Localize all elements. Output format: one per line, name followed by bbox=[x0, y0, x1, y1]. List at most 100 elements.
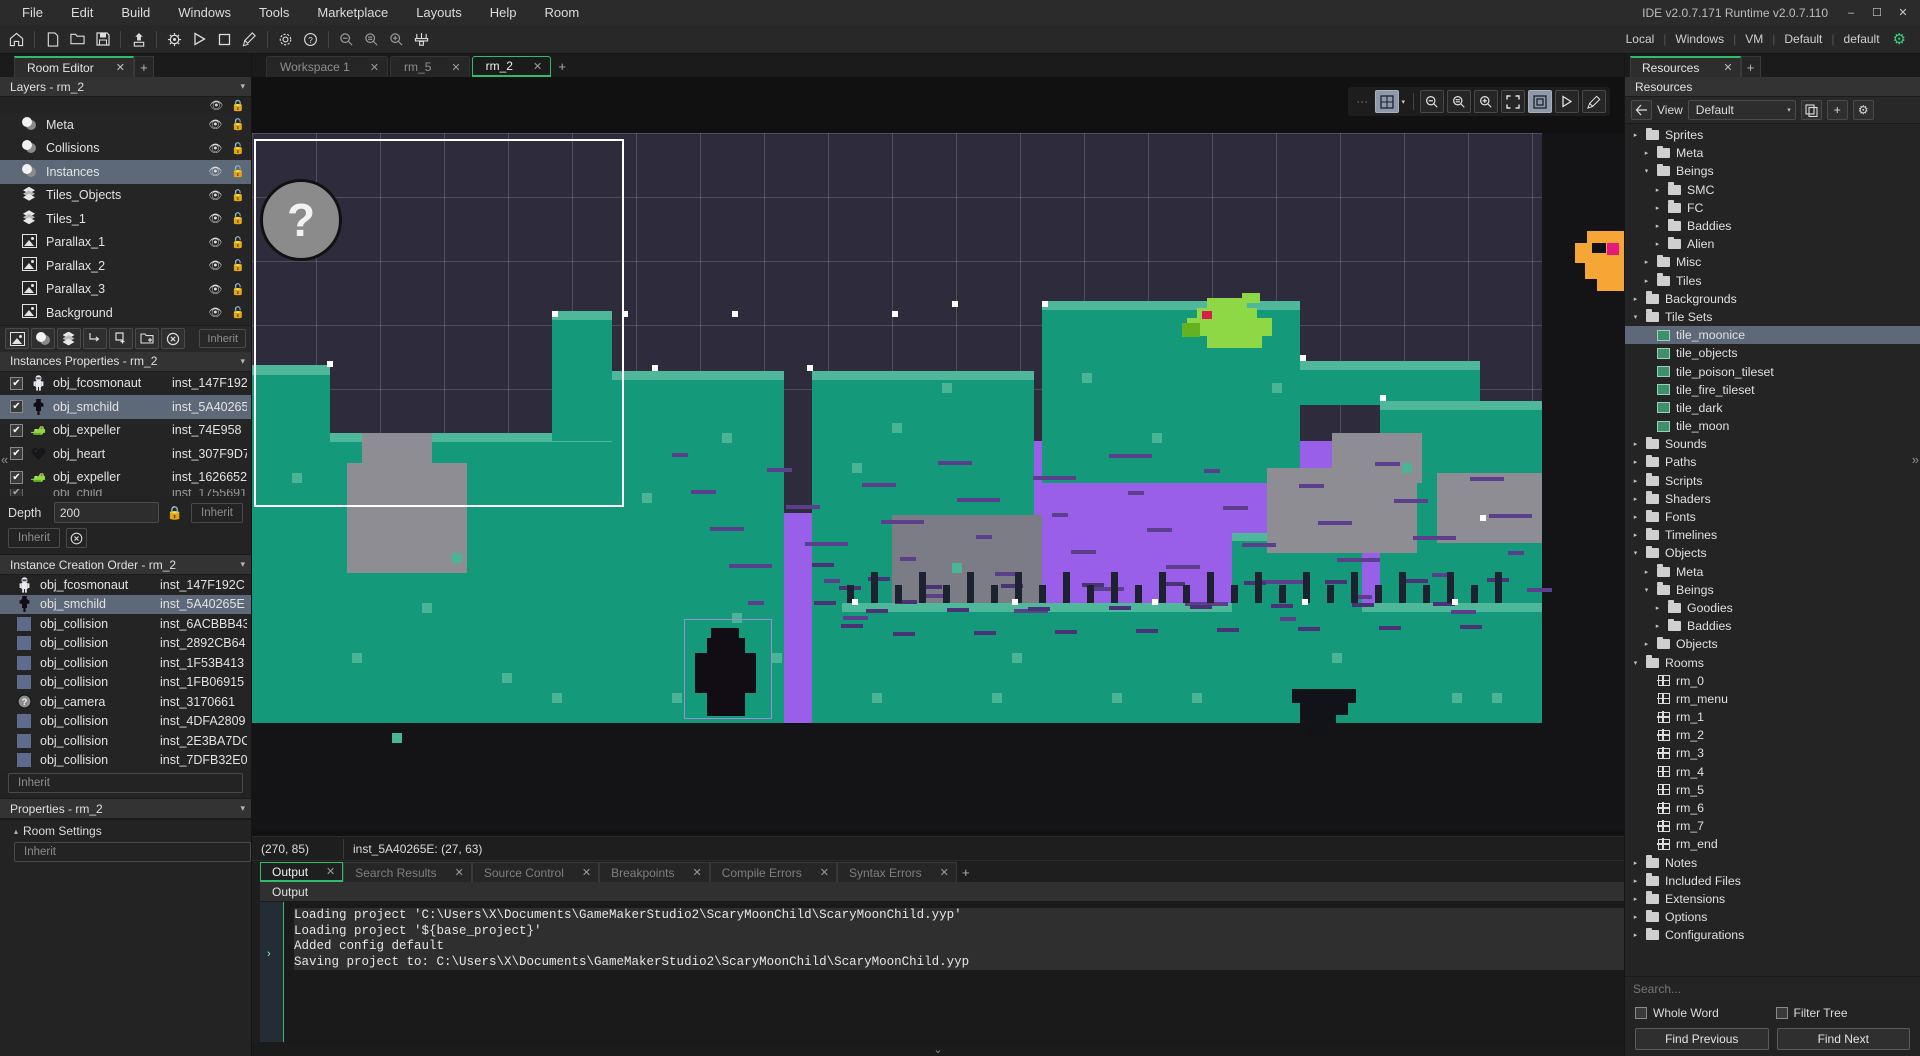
tile-handle[interactable] bbox=[1480, 515, 1486, 521]
clean-icon[interactable] bbox=[238, 28, 261, 51]
output-tab-syntax-errors[interactable]: Syntax Errors ✕ bbox=[836, 862, 957, 882]
layer-row-tiles_objects[interactable]: Tiles_Objects 👁 🔓 bbox=[0, 184, 251, 208]
layer-row-parallax_3[interactable]: Parallax_3 👁 🔓 bbox=[0, 278, 251, 302]
expand-triangle-icon[interactable]: ▸ bbox=[1653, 222, 1662, 230]
room-settings-header[interactable]: ▴ Room Settings bbox=[0, 820, 251, 840]
expand-triangle-icon[interactable]: ▸ bbox=[1631, 440, 1640, 448]
expand-triangle-icon[interactable]: ▸ bbox=[1631, 131, 1640, 139]
creation-order-header[interactable]: Instance Creation Order - rm_2 ▾ bbox=[0, 555, 251, 575]
layer-row-instances[interactable]: Instances 👁 🔓 bbox=[0, 160, 251, 184]
expand-triangle-icon[interactable]: ▸ bbox=[1642, 695, 1651, 703]
resource-node-tile_moonice[interactable]: ▸ tile_moonice bbox=[1625, 326, 1920, 345]
expand-triangle-icon[interactable]: ▸ bbox=[1653, 240, 1662, 248]
layers-inherit-button[interactable]: Inherit bbox=[199, 329, 246, 348]
instances-properties-header[interactable]: Instances Properties - rm_2 ▾ bbox=[0, 351, 251, 372]
resource-node-rm_7[interactable]: ▸ rm_7 bbox=[1625, 817, 1920, 835]
grid-icon[interactable] bbox=[1375, 90, 1400, 113]
help-icon[interactable]: ? bbox=[299, 28, 322, 51]
stop-icon[interactable] bbox=[213, 28, 236, 51]
resource-node-tiles[interactable]: ▸ Tiles bbox=[1625, 272, 1920, 290]
creation-order-row[interactable]: obj_collision inst_4DFA2809 bbox=[0, 712, 251, 732]
open-folder-icon[interactable] bbox=[66, 28, 89, 51]
resource-node-extensions[interactable]: ▸ Extensions bbox=[1625, 890, 1920, 908]
resource-node-beings[interactable]: ▾ Beings bbox=[1625, 162, 1920, 180]
layer-visibility-eye-icon[interactable]: 👁 bbox=[208, 212, 222, 225]
zoom-in-icon[interactable] bbox=[1474, 90, 1498, 113]
resource-node-tile-sets[interactable]: ▾ Tile Sets bbox=[1625, 308, 1920, 326]
tile-handle[interactable] bbox=[732, 311, 738, 317]
expand-triangle-icon[interactable]: ▸ bbox=[1631, 859, 1640, 867]
home-icon[interactable] bbox=[5, 28, 28, 51]
expand-triangle-icon[interactable]: ▸ bbox=[1642, 568, 1651, 576]
menu-build[interactable]: Build bbox=[107, 0, 164, 25]
toolbar-grip-icon[interactable]: ⋮ bbox=[1352, 96, 1372, 107]
resource-node-tile_poison_tileset[interactable]: ▸ tile_poison_tileset bbox=[1625, 362, 1920, 380]
expand-triangle-icon[interactable]: ▸ bbox=[1642, 640, 1651, 648]
resource-node-notes[interactable]: ▸ Notes bbox=[1625, 854, 1920, 872]
menu-help[interactable]: Help bbox=[476, 0, 531, 25]
close-icon[interactable]: ✕ bbox=[326, 865, 335, 878]
instance-inherit-button[interactable]: Inherit bbox=[8, 528, 60, 548]
tile-handle[interactable] bbox=[892, 311, 898, 317]
resource-node-rm_6[interactable]: ▸ rm_6 bbox=[1625, 799, 1920, 817]
expand-triangle-icon[interactable]: ▸ bbox=[1642, 731, 1651, 739]
resource-node-rm_5[interactable]: ▸ rm_5 bbox=[1625, 781, 1920, 799]
layer-row-background[interactable]: Background 👁 🔓 bbox=[0, 301, 251, 325]
resource-node-rooms[interactable]: ▾ Rooms bbox=[1625, 653, 1920, 671]
resource-node-objects[interactable]: ▾ Objects bbox=[1625, 544, 1920, 562]
close-icon[interactable]: ✕ bbox=[116, 61, 125, 74]
close-icon[interactable]: ✕ bbox=[1890, 2, 1916, 24]
save-icon[interactable] bbox=[91, 28, 114, 51]
expand-triangle-icon[interactable]: ▸ bbox=[1642, 349, 1651, 357]
expand-triangle-icon[interactable]: ▾ bbox=[1631, 549, 1640, 557]
resources-settings-gear-icon[interactable]: ⚙ bbox=[1852, 100, 1874, 120]
filter-tree-checkbox[interactable] bbox=[1775, 1007, 1788, 1019]
maximize-icon[interactable]: ☐ bbox=[1864, 2, 1890, 24]
close-icon[interactable]: ✕ bbox=[940, 866, 949, 879]
resource-node-beings[interactable]: ▾ Beings bbox=[1625, 581, 1920, 599]
instance-enabled-checkbox[interactable]: ✔ bbox=[10, 470, 23, 484]
instance-enabled-checkbox[interactable]: ✔ bbox=[10, 400, 23, 414]
output-log[interactable]: Loading project 'C:\Users\X\Documents\Ga… bbox=[284, 902, 1624, 1042]
menu-edit[interactable]: Edit bbox=[57, 0, 107, 25]
tile-handle[interactable] bbox=[952, 301, 958, 307]
fit-to-screen-icon[interactable] bbox=[1501, 90, 1525, 113]
expand-triangle-icon[interactable]: ▸ bbox=[1631, 931, 1640, 939]
expand-triangle-icon[interactable]: ▸ bbox=[1642, 804, 1651, 812]
whole-word-option[interactable]: Whole Word bbox=[1635, 1006, 1770, 1020]
layer-visibility-eye-icon[interactable]: 👁 bbox=[208, 189, 222, 202]
lock-icon[interactable]: 🔒 bbox=[167, 505, 183, 521]
expand-triangle-icon[interactable]: ▸ bbox=[1642, 786, 1651, 794]
layer-row-tiles_1[interactable]: Tiles_1 👁 🔓 bbox=[0, 207, 251, 231]
target-device[interactable]: default bbox=[1835, 32, 1889, 46]
new-file-icon[interactable] bbox=[41, 28, 64, 51]
tile-handle[interactable] bbox=[1152, 599, 1158, 605]
properties-panel-header[interactable]: Properties - rm_2 ▾ bbox=[0, 799, 251, 819]
layer-lock-icon[interactable]: 🔓 bbox=[231, 165, 245, 178]
close-icon[interactable]: ✕ bbox=[451, 61, 460, 74]
expand-triangle-icon[interactable]: ▸ bbox=[1642, 404, 1651, 412]
tile-handle[interactable] bbox=[327, 361, 333, 367]
expand-triangle-icon[interactable]: ▸ bbox=[1642, 713, 1651, 721]
resource-node-paths[interactable]: ▸ Paths bbox=[1625, 453, 1920, 471]
expand-triangle-icon[interactable]: ▸ bbox=[1653, 604, 1662, 612]
expand-triangle-icon[interactable]: ▸ bbox=[1642, 386, 1651, 394]
layer-row-meta[interactable]: Meta 👁 🔓 bbox=[0, 113, 251, 137]
debug-icon[interactable] bbox=[163, 28, 186, 51]
output-collapse-chevron-icon[interactable]: ⌄ bbox=[252, 1042, 1624, 1056]
depth-input[interactable] bbox=[53, 502, 159, 523]
lock-icon[interactable]: 🔒 bbox=[231, 99, 245, 112]
menu-file[interactable]: File bbox=[8, 0, 57, 25]
layer-row-collisions[interactable]: Collisions 👁 🔓 bbox=[0, 137, 251, 161]
expand-triangle-icon[interactable]: ▸ bbox=[1642, 368, 1651, 376]
creation-order-row[interactable]: obj_collision inst_1F53B413 bbox=[0, 653, 251, 673]
resource-node-tile_moon[interactable]: ▸ tile_moon bbox=[1625, 417, 1920, 435]
resource-node-scripts[interactable]: ▸ Scripts bbox=[1625, 472, 1920, 490]
resource-node-rm_0[interactable]: ▸ rm_0 bbox=[1625, 672, 1920, 690]
expand-triangle-icon[interactable]: ▸ bbox=[1631, 513, 1640, 521]
expand-triangle-icon[interactable]: ▸ bbox=[1642, 749, 1651, 757]
layer-visibility-eye-icon[interactable]: 👁 bbox=[208, 306, 222, 319]
find-previous-button[interactable]: Find Previous bbox=[1635, 1028, 1769, 1050]
add-tile-layer-icon[interactable] bbox=[57, 328, 81, 349]
instance-property-row[interactable]: ✔ obj_expeller inst_16266523 bbox=[0, 466, 251, 490]
